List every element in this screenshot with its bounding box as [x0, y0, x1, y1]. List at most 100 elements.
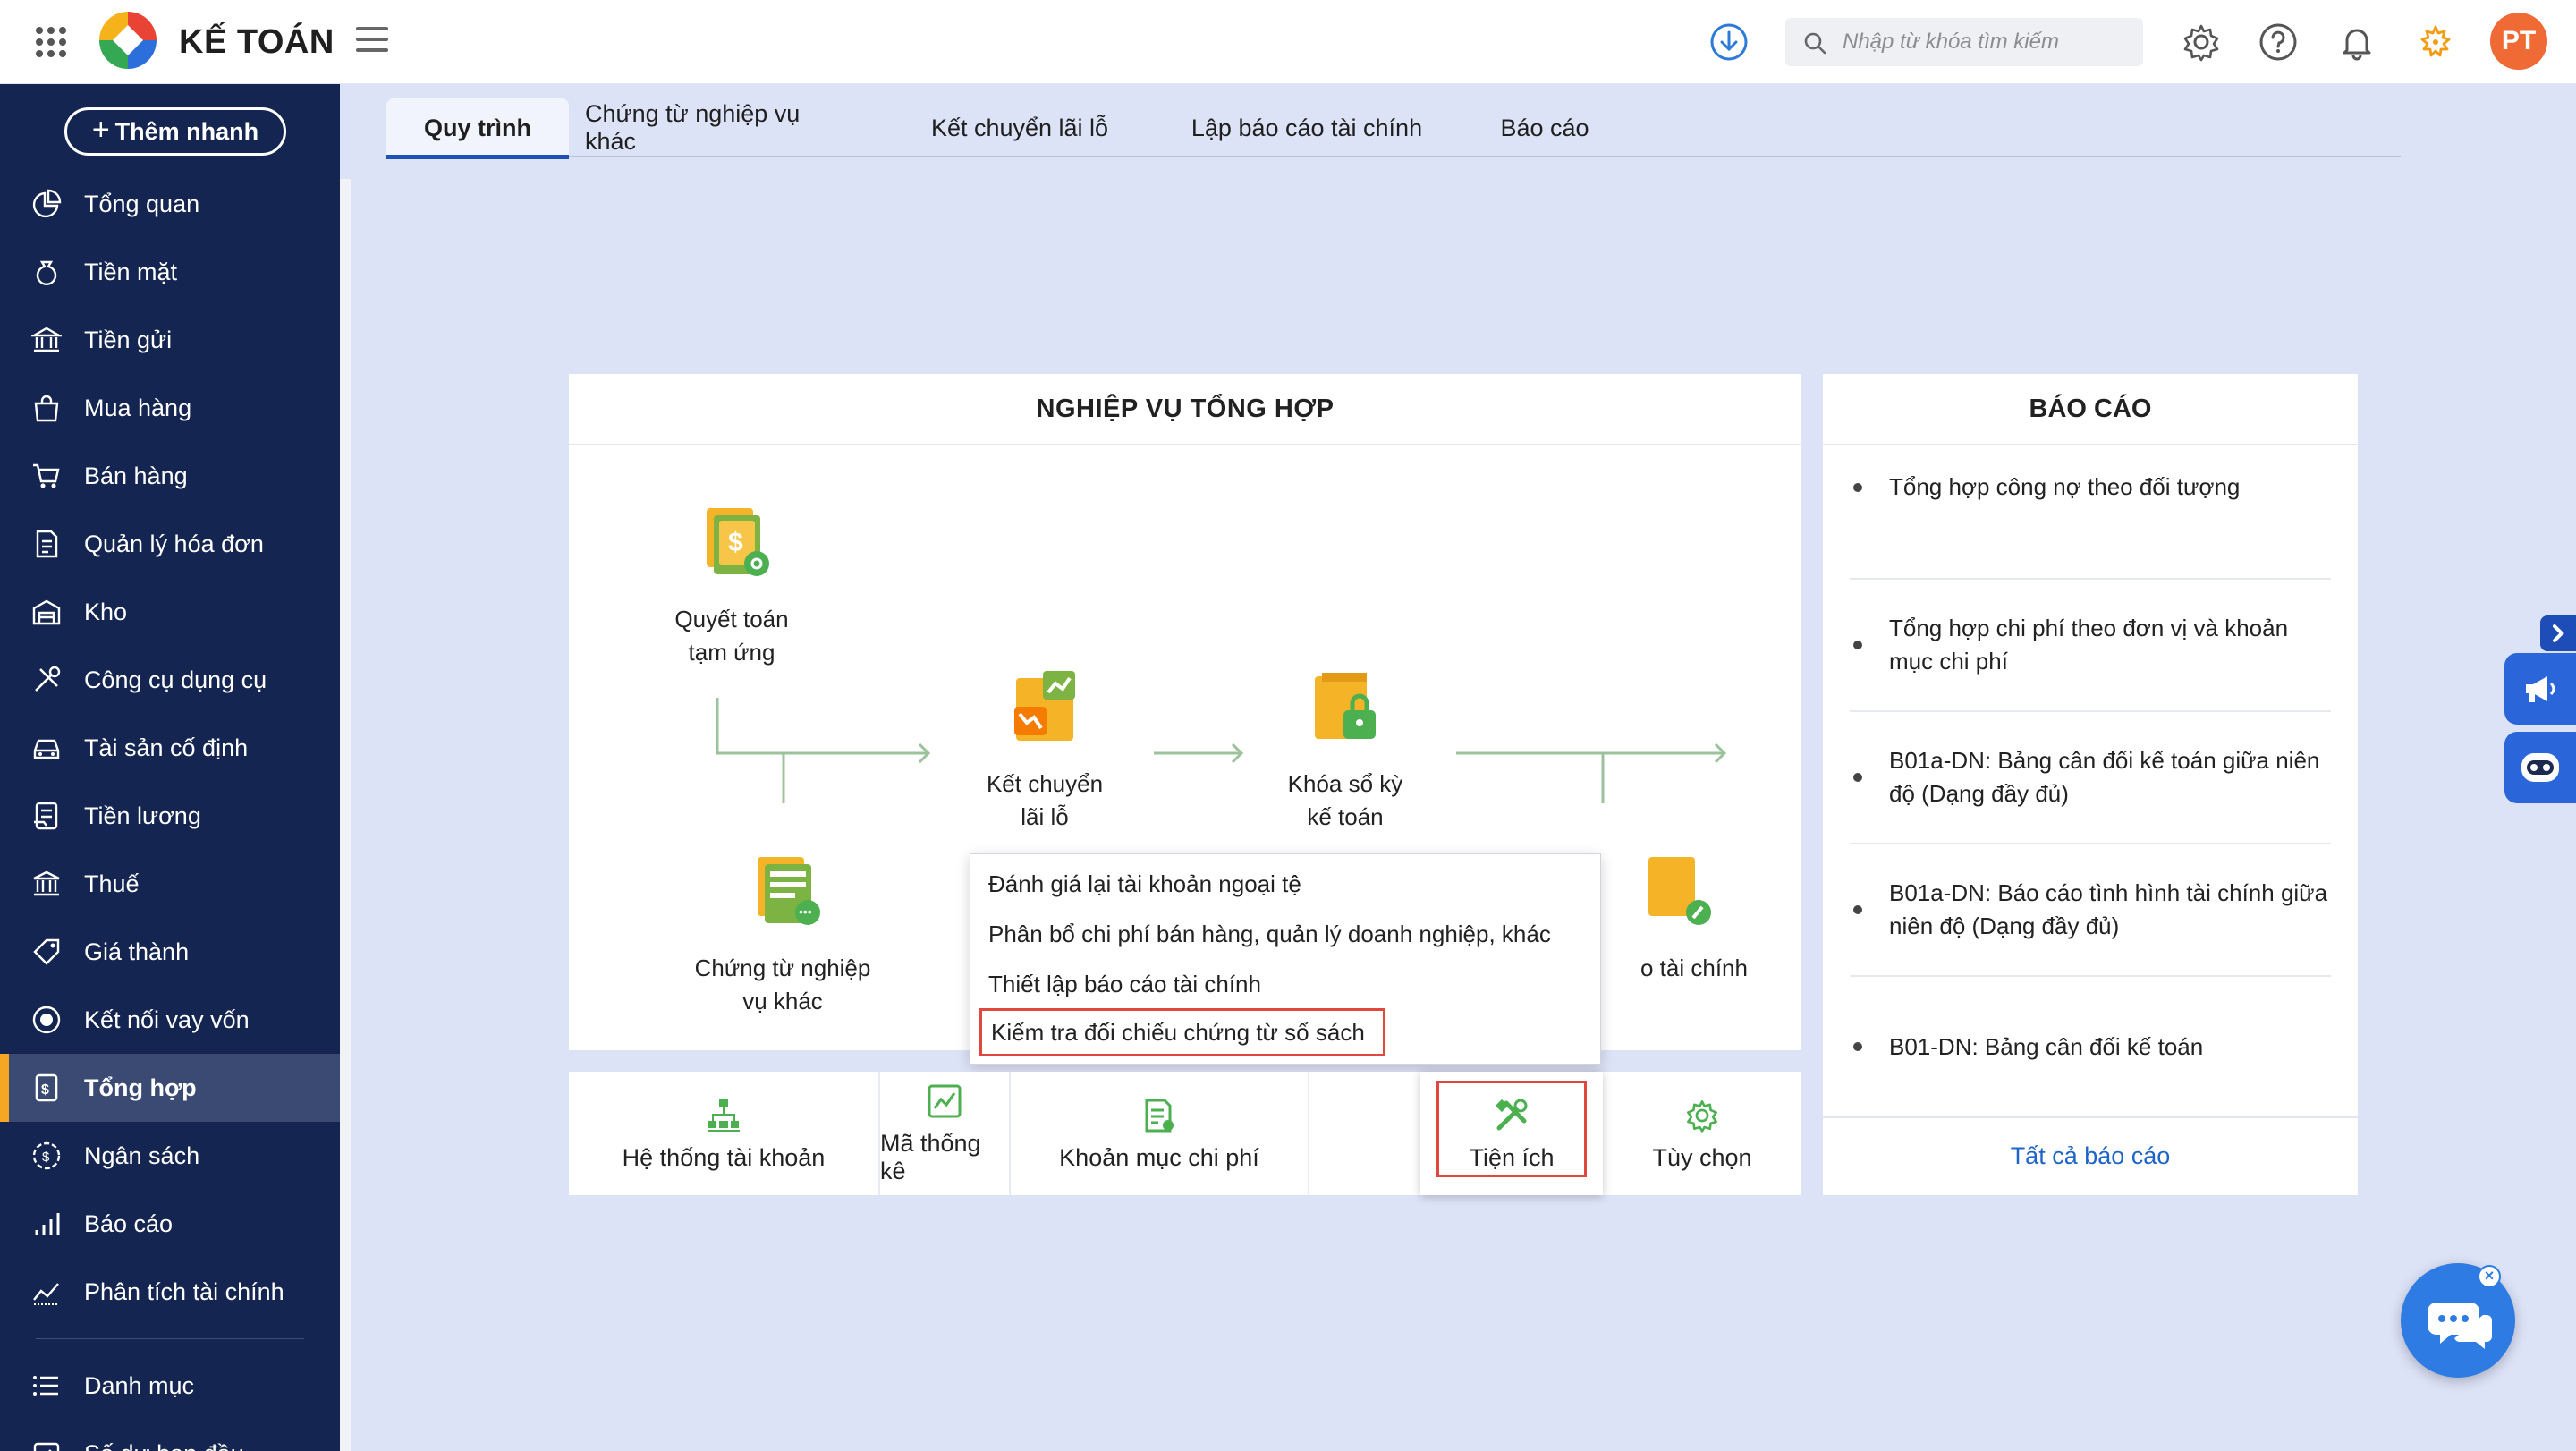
sidebar-item-label: Mua hàng	[84, 394, 192, 421]
sidebar-item-loan-connect[interactable]: Kết nối vay vốn	[0, 986, 340, 1054]
quick-add-button[interactable]: + Thêm nhanh	[64, 107, 286, 156]
node-profit-loss-label: Kết chuyển lãi lỗ	[986, 770, 1104, 830]
svg-text:$: $	[728, 528, 743, 557]
chevron-right-icon	[2553, 624, 2564, 642]
sidebar-item-inventory[interactable]: Kho	[0, 578, 340, 646]
settings-icon[interactable]	[2181, 21, 2222, 63]
search-box[interactable]	[1785, 18, 2143, 66]
quick-add-label: Thêm nhanh	[114, 117, 259, 145]
app-grid-icon[interactable]	[36, 27, 66, 57]
node-lock-period[interactable]: Khóa sổ kỳ kế toán	[1274, 664, 1417, 834]
tab-profit-loss-transfer[interactable]: Kết chuyển lãi lỗ	[927, 98, 1113, 157]
report-item[interactable]: B01-DN: Bảng cân đối kế toán	[1850, 977, 2331, 1116]
sidebar-item-opening-balance[interactable]: Số dư ban đầu	[0, 1420, 340, 1451]
svg-text:$: $	[41, 1082, 49, 1098]
sidebar-item-invoices[interactable]: Quản lý hóa đơn	[0, 510, 340, 578]
sidebar-scrollbar[interactable]	[340, 179, 351, 1451]
menu-toggle-icon[interactable]	[356, 27, 388, 55]
profit-loss-icon	[1014, 671, 1075, 741]
node-lock-label: Khóa sổ kỳ kế toán	[1287, 770, 1403, 830]
report-item-label: Tổng hợp công nợ theo đối tượng	[1889, 473, 2241, 500]
bullet-icon	[1853, 1042, 1862, 1051]
help-icon[interactable]	[2258, 21, 2299, 63]
sidebar-item-label: Tiền mặt	[84, 258, 178, 285]
analysis-icon	[30, 1276, 63, 1308]
sidebar-item-label: Thuế	[84, 870, 140, 897]
report-item[interactable]: Tổng hợp công nợ theo đối tượng	[1850, 460, 2331, 580]
sidebar-item-budget[interactable]: $ Ngân sách	[0, 1122, 340, 1190]
sidebar-item-tax[interactable]: Thuế	[0, 850, 340, 918]
sidebar-item-deposits[interactable]: Tiền gửi	[0, 306, 340, 374]
chat-close-icon[interactable]: ×	[2478, 1265, 2501, 1288]
search-input[interactable]	[1843, 25, 2129, 59]
utility-tools[interactable]: Tiện ích	[1420, 1072, 1603, 1195]
tab-financial-report-setup[interactable]: Lập báo cáo tài chính	[1188, 98, 1426, 157]
tab-process[interactable]: Quy trình	[386, 98, 569, 159]
download-icon[interactable]	[1708, 21, 1750, 63]
sidebar-item-purchasing[interactable]: Mua hàng	[0, 374, 340, 442]
side-panel-toggle[interactable]	[2540, 615, 2576, 651]
utility-options[interactable]: Tùy chọn	[1603, 1072, 1801, 1195]
sidebar-item-label: Tổng quan	[84, 190, 200, 217]
user-avatar[interactable]: PT	[2490, 13, 2547, 70]
utility-statistic-code[interactable]: Mã thống kê	[880, 1072, 1011, 1195]
bullet-icon	[1853, 905, 1862, 914]
utility-bar: Hệ thống tài khoản Mã thống kê Khoản mục…	[569, 1072, 1801, 1195]
utility-label: Hệ thống tài khoản	[622, 1143, 826, 1171]
all-reports-link[interactable]: Tất cả báo cáo	[1823, 1116, 2358, 1193]
assistant-bot-button[interactable]	[2504, 732, 2576, 803]
tab-other-documents[interactable]: Chứng từ nghiệp vụ khác	[585, 98, 853, 157]
report-item-label: B01a-DN: Bảng cân đối kế toán giữa niên …	[1889, 747, 2320, 807]
utility-tools-highlight	[1436, 1081, 1587, 1177]
promotion-icon[interactable]	[2415, 21, 2456, 63]
sidebar-divider	[36, 1338, 304, 1339]
warehouse-icon	[30, 596, 63, 628]
sidebar-item-label: Tài sản cố định	[84, 734, 249, 761]
bell-icon[interactable]	[2336, 21, 2377, 63]
sidebar-item-cash[interactable]: Tiền mặt	[0, 238, 340, 306]
node-advance-settlement[interactable]: $ Quyết toán tạm ứng	[660, 499, 803, 669]
sidebar-item-catalog[interactable]: Danh mục	[0, 1352, 340, 1420]
tab-reports[interactable]: Báo cáo	[1496, 98, 1594, 157]
report-item[interactable]: Tổng hợp chi phí theo đơn vị và khoản mụ…	[1850, 580, 2331, 712]
utility-expense-items[interactable]: Khoản mục chi phí	[1011, 1072, 1309, 1195]
sidebar-item-costing[interactable]: Giá thành	[0, 918, 340, 986]
sidebar-item-general[interactable]: $ Tổng hợp	[0, 1054, 340, 1122]
svg-text:•••: •••	[799, 904, 812, 919]
menu-item-allocate-expenses[interactable]: Phân bổ chi phí bán hàng, quản lý doanh …	[988, 913, 1551, 955]
sidebar-item-sales[interactable]: Bán hàng	[0, 442, 340, 510]
sidebar-item-label: Kho	[84, 598, 128, 625]
sidebar-item-label: Số dư ban đầu	[84, 1440, 244, 1451]
account-tree-icon	[704, 1096, 743, 1135]
node-other-documents[interactable]: ••• Chứng từ nghiệp vụ khác	[689, 848, 877, 1018]
salary-icon	[30, 800, 63, 832]
tab-bar: Quy trình Chứng từ nghiệp vụ khác Kết ch…	[386, 98, 2401, 159]
sidebar-item-label: Công cụ dụng cụ	[84, 666, 267, 693]
logo-icon	[99, 12, 157, 69]
report-item[interactable]: B01a-DN: Bảng cân đối kế toán giữa niên …	[1850, 712, 2331, 844]
node-profit-loss[interactable]: Kết chuyển lãi lỗ	[982, 664, 1107, 834]
sidebar-item-fixed-assets[interactable]: Tài sản cố định	[0, 714, 340, 782]
money-document-icon: $	[707, 508, 769, 576]
sidebar-item-tools[interactable]: Công cụ dụng cụ	[0, 646, 340, 714]
menu-item-revalue-foreign-currency[interactable]: Đánh giá lại tài khoản ngoại tệ	[988, 863, 1301, 904]
sidebar-item-label: Bán hàng	[84, 462, 188, 489]
bullet-icon	[1853, 773, 1862, 782]
utility-chart-of-accounts[interactable]: Hệ thống tài khoản	[569, 1072, 880, 1195]
sidebar-item-reports[interactable]: Báo cáo	[0, 1190, 340, 1258]
bar-chart-icon	[30, 1208, 63, 1240]
app-title: KẾ TOÁN	[179, 23, 335, 61]
sidebar-item-financial-analysis[interactable]: Phân tích tài chính	[0, 1258, 340, 1326]
sidebar-item-payroll[interactable]: Tiền lương	[0, 782, 340, 850]
bot-face-icon	[2521, 753, 2559, 782]
sidebar-item-label: Ngân sách	[84, 1141, 200, 1169]
announcement-button[interactable]	[2504, 653, 2576, 725]
menu-item-reconcile-documents[interactable]: Kiểm tra đối chiếu chứng từ sổ sách	[979, 1008, 1385, 1056]
money-bag-icon	[30, 256, 63, 288]
utility-label: Khoản mục chi phí	[1059, 1143, 1259, 1171]
other-documents-icon: •••	[758, 857, 820, 925]
menu-item-setup-financial-report[interactable]: Thiết lập báo cáo tài chính	[988, 963, 1261, 1005]
sidebar-nav: Tổng quan Tiền mặt Tiền gửi Mua hàng Bán hàn…	[0, 170, 340, 1451]
sidebar-item-overview[interactable]: Tổng quan	[0, 170, 340, 238]
report-item[interactable]: B01a-DN: Báo cáo tình hình tài chính giữ…	[1850, 844, 2331, 977]
